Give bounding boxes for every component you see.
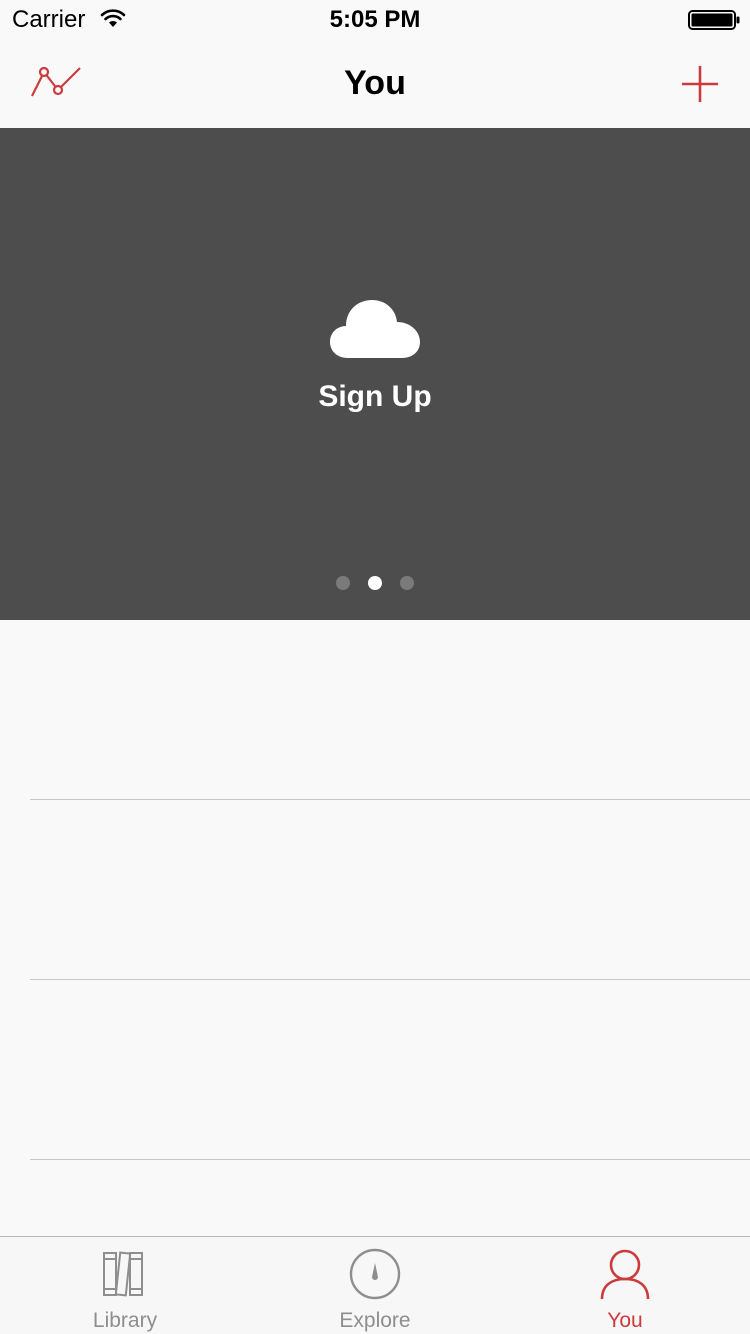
tab-bar: Library Explore You: [0, 1236, 750, 1334]
list-item[interactable]: [0, 620, 750, 800]
books-icon: [103, 1251, 143, 1297]
signup-banner: Sign Up: [0, 128, 750, 620]
status-bar: Carrier 5:05 PM: [0, 0, 750, 40]
tab-label: Library: [92, 1309, 158, 1332]
list-item[interactable]: [0, 800, 750, 980]
tab-explore[interactable]: Explore: [250, 1237, 500, 1334]
cloud-icon: [330, 300, 420, 358]
page-dot-1[interactable]: [336, 576, 350, 590]
page-title: You: [344, 64, 406, 102]
battery-icon: [688, 10, 740, 30]
tab-library[interactable]: Library: [0, 1237, 250, 1334]
page-dot-3[interactable]: [400, 576, 414, 590]
tab-label: Explore: [339, 1309, 411, 1332]
compass-icon: [349, 1248, 401, 1300]
row-divider: [30, 1159, 750, 1160]
signup-button[interactable]: Sign Up: [275, 288, 475, 428]
tab-label: You: [607, 1309, 643, 1332]
page-indicator[interactable]: [0, 576, 750, 590]
navigation-bar: You: [0, 40, 750, 128]
plus-icon: [682, 66, 718, 102]
person-icon: [600, 1249, 650, 1300]
signup-label: Sign Up: [318, 380, 432, 413]
add-button[interactable]: [674, 58, 726, 110]
page-dot-2[interactable]: [368, 576, 382, 590]
status-time: 5:05 PM: [329, 6, 421, 33]
tab-you[interactable]: You: [500, 1237, 750, 1334]
list-item[interactable]: [0, 980, 750, 1160]
